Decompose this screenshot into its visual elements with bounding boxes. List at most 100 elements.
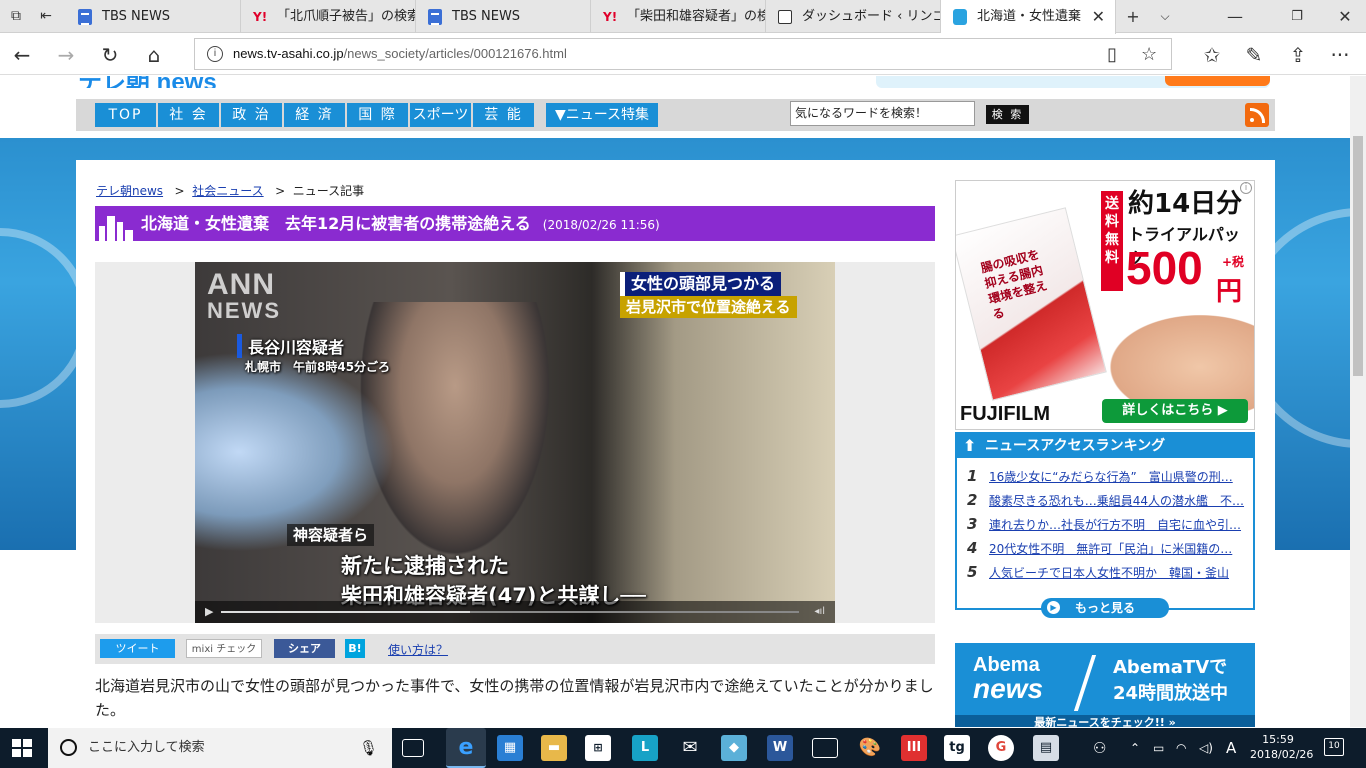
tab-tbs-news-1[interactable]: TBS NEWS: [66, 0, 241, 33]
set-aside-tabs-icon[interactable]: ⇤: [38, 8, 54, 24]
ranking-item[interactable]: 4 20代女性不明 無許可「民泊」に米国籍の…: [967, 536, 1247, 560]
tab-list-chevron-icon[interactable]: ⌵: [1150, 0, 1180, 33]
tab-dashboard[interactable]: ダッシュボード ‹ リンゴの部: [766, 0, 941, 33]
nav-economy[interactable]: 経 済: [284, 103, 345, 127]
tab-tbs-news-2[interactable]: TBS NEWS: [416, 0, 591, 33]
favorite-star-icon[interactable]: ☆: [1141, 39, 1157, 69]
city-buildings-icon: [99, 216, 133, 241]
tab-preview-icon[interactable]: ⧉: [8, 8, 24, 24]
seek-bar[interactable]: [221, 611, 799, 613]
ranking-item[interactable]: 2 酸素尽きる恐れも…乗組員44人の潜水艦 不…: [967, 488, 1247, 512]
windows-start-icon[interactable]: [12, 739, 32, 757]
url-field[interactable]: i news.tv-asahi.co.jp/news_society/artic…: [194, 38, 1172, 70]
nav-politics[interactable]: 政 治: [221, 103, 282, 127]
site-info-icon[interactable]: i: [207, 46, 223, 62]
share-icon[interactable]: ⇪: [1284, 42, 1312, 68]
news-app-icon[interactable]: ▦: [497, 735, 523, 761]
windows-taskbar: ここに入力して検索 🎙 e ▦ ▬ ⊞ L ✉ ◆ W 🎨 III tg G ▤…: [0, 728, 1366, 768]
nav-entertainment[interactable]: 芸 能: [473, 103, 534, 127]
file-explorer-icon[interactable]: ▬: [541, 735, 567, 761]
minimize-icon[interactable]: —: [1220, 0, 1250, 33]
microphone-icon[interactable]: 🎙: [359, 728, 378, 768]
calendar-app-icon[interactable]: ▤: [1033, 735, 1059, 761]
caption-sub-label: 神容疑者ら: [287, 524, 375, 546]
action-center-icon[interactable]: 10: [1324, 738, 1344, 756]
nav-society[interactable]: 社 会: [158, 103, 219, 127]
taskbar-clock[interactable]: 15:59 2018/02/26: [1250, 732, 1313, 762]
tab-yahoo-search-2[interactable]: Y! 「柴田和雄容疑者」の検索: [591, 0, 766, 33]
nav-news-special[interactable]: ▼ニュース特集: [546, 103, 658, 127]
people-icon[interactable]: ⚇: [1093, 728, 1106, 768]
video-player[interactable]: ANN NEWS 女性の頭部見つかる 岩見沢市で位置途絶える 長谷川容疑者 札幌…: [195, 262, 835, 623]
back-arrow-icon[interactable]: ←: [8, 42, 36, 68]
arrow-up-icon: ⬆: [963, 436, 977, 455]
ime-indicator[interactable]: A: [1226, 728, 1236, 768]
abema-news-logo: Abema news: [973, 654, 1044, 704]
site-nav: TOP 社 会 政 治 経 済 国 際 スポーツ 芸 能 ▼ニュース特集 気にな…: [76, 99, 1275, 131]
nav-top[interactable]: TOP: [95, 103, 156, 127]
battery-icon[interactable]: ▭: [1153, 728, 1164, 768]
edge-browser-icon[interactable]: e: [446, 728, 486, 768]
facebook-share-button[interactable]: シェア: [274, 639, 335, 658]
tv-asahi-icon: [953, 9, 967, 25]
volume-tray-icon[interactable]: ◁): [1199, 728, 1213, 768]
site-logo[interactable]: テレ朝 news: [78, 76, 338, 88]
tweet-button[interactable]: ツイート: [100, 639, 175, 658]
web-note-pen-icon[interactable]: ✎: [1240, 42, 1268, 68]
notes-app-icon[interactable]: ◆: [721, 735, 747, 761]
home-icon[interactable]: ⌂: [140, 42, 168, 68]
site-search-input[interactable]: 気になるワードを検索！: [790, 101, 975, 126]
close-window-icon[interactable]: ✕: [1330, 0, 1360, 33]
word-icon[interactable]: W: [767, 735, 793, 761]
red-app-icon[interactable]: III: [901, 735, 927, 761]
tab-active-article[interactable]: 北海道・女性遺棄 ✕: [941, 0, 1116, 34]
paint-icon[interactable]: 🎨: [857, 735, 883, 761]
taskbar-search-input[interactable]: ここに入力して検索 🎙: [48, 728, 392, 768]
reading-view-icon[interactable]: ▯: [1107, 39, 1117, 69]
refresh-icon[interactable]: ↻: [96, 42, 124, 68]
restore-icon[interactable]: ❐: [1282, 0, 1312, 33]
ranking-more-button[interactable]: ▶ もっと見る: [1041, 598, 1169, 618]
favorites-hub-icon[interactable]: ✩: [1198, 42, 1226, 68]
rss-icon[interactable]: [1245, 103, 1269, 127]
forward-arrow-icon[interactable]: →: [52, 42, 80, 68]
url-domain: news.tv-asahi.co.jp: [233, 46, 344, 61]
top-banner[interactable]: [876, 76, 1270, 88]
more-options-icon[interactable]: ···: [1326, 42, 1354, 68]
mixi-check-button[interactable]: mixi チェック: [186, 639, 262, 658]
new-tab-icon[interactable]: +: [1118, 0, 1148, 33]
tab-yahoo-search-1[interactable]: Y! 「北爪順子被告」の検索結: [241, 0, 416, 33]
ranking-item[interactable]: 1 16歳少女に“みだらな行為” 富山県警の刑…: [967, 464, 1247, 488]
l-app-icon[interactable]: L: [632, 735, 658, 761]
close-tab-icon[interactable]: ✕: [1092, 0, 1105, 33]
breadcrumb-society[interactable]: 社会ニュース: [192, 184, 263, 198]
abema-news-ad[interactable]: Abema news AbemaTVで 24時間放送中 最新ニュースをチェック!! …: [955, 643, 1255, 727]
task-view-icon[interactable]: [402, 739, 424, 757]
chrome-icon[interactable]: G: [988, 735, 1014, 761]
hatena-bookmark-button[interactable]: B!: [345, 639, 365, 658]
ranking-item[interactable]: 3 連れ去りか…社長が行方不明 自宅に血や引…: [967, 512, 1247, 536]
volume-icon[interactable]: ◂ıl: [814, 606, 825, 617]
browser-tab-bar: ⧉ ⇤ TBS NEWS Y! 「北爪順子被告」の検索結 TBS NEWS Y!…: [0, 0, 1366, 34]
tab-title: ダッシュボード ‹ リンゴの部: [802, 9, 940, 24]
share-howto-link[interactable]: 使い方は？: [388, 641, 448, 658]
cortana-icon: [60, 739, 77, 756]
fujifilm-ad[interactable]: i 腸の吸収を抑える腸内環境を整える 送料無料 約14日分 トライアルパック 5…: [955, 180, 1255, 430]
nav-sports[interactable]: スポーツ: [410, 103, 471, 127]
page-scrollbar[interactable]: [1350, 76, 1366, 727]
mail-icon[interactable]: ✉: [677, 735, 703, 761]
tg-app-icon[interactable]: tg: [944, 735, 970, 761]
play-circle-icon: ▶: [1047, 601, 1060, 614]
breadcrumb-home[interactable]: テレ朝news: [96, 184, 163, 198]
wifi-icon[interactable]: ◠: [1176, 728, 1186, 768]
window-app-icon[interactable]: [812, 738, 838, 758]
ranking-item[interactable]: 5 人気ビーチで日本人女性不明か 韓国・釜山: [967, 560, 1247, 584]
store-icon[interactable]: ⊞: [585, 735, 611, 761]
tray-chevron-icon[interactable]: ⌃: [1130, 728, 1140, 768]
play-icon[interactable]: ▶: [205, 605, 213, 618]
article-headline: 北海道・女性遺棄 去年12月に被害者の携帯途絶える (2018/02/26 11:…: [95, 206, 935, 241]
site-search-button[interactable]: 検 索: [986, 105, 1029, 124]
ad-details-button[interactable]: 詳しくはこちら ▶: [1102, 399, 1248, 423]
ann-news-watermark: ANN NEWS: [207, 268, 281, 324]
nav-international[interactable]: 国 際: [347, 103, 408, 127]
